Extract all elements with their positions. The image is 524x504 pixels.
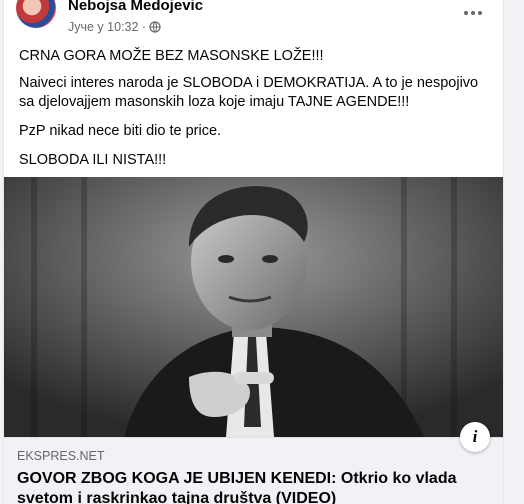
author-name[interactable]: Nebojsa Medojevic — [68, 0, 203, 14]
facebook-post: Nebojsa Medojevic Јуче у 10:32 · CRNA GO… — [3, 0, 504, 504]
portrait-illustration — [4, 177, 503, 437]
post-paragraph: Naiveci interes naroda je SLOBODA i DEMO… — [19, 75, 479, 110]
info-icon[interactable]: i — [460, 422, 490, 452]
more-options-icon[interactable] — [461, 6, 485, 20]
link-title[interactable]: GOVOR ZBOG KOGA JE UBIJEN KENEDI: Otkrio… — [17, 469, 487, 504]
globe-icon — [149, 21, 161, 33]
post-paragraph: CRNA GORA MOŽE BEZ MASONSKE LOŽE!!! — [19, 48, 324, 64]
post-header: Nebojsa Medojevic Јуче у 10:32 · — [4, 0, 503, 40]
scrollbar[interactable] — [516, 0, 524, 504]
post-paragraph: PzP nikad nece biti dio te price. — [19, 123, 222, 139]
link-preview-image[interactable] — [4, 177, 503, 437]
link-domain: EKSPRES.NET — [17, 449, 105, 463]
link-preview-footer[interactable]: i EKSPRES.NET GOVOR ZBOG KOGA JE UBIJEN … — [4, 422, 503, 504]
post-meta: Јуче у 10:32 · — [68, 20, 161, 34]
post-paragraph: SLOBODA ILI NISTA!!! — [19, 152, 167, 168]
avatar[interactable] — [16, 0, 56, 28]
post-text: CRNA GORA MOŽE BEZ MASONSKE LOŽE!!! Naiv… — [19, 47, 489, 180]
post-timestamp[interactable]: Јуче у 10:32 · — [68, 20, 146, 34]
